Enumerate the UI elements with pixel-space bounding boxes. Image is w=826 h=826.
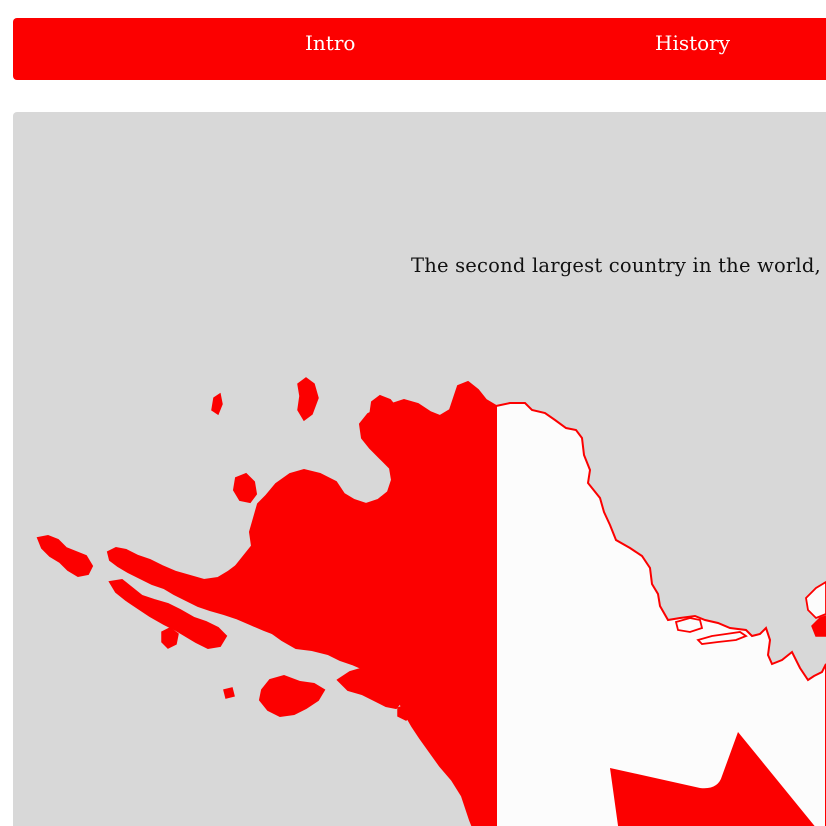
island-small	[297, 377, 319, 422]
aleutian-islands-west	[36, 534, 94, 578]
island-small	[211, 392, 223, 416]
country-map-image	[36, 377, 826, 826]
nav-item-intro[interactable]: Intro	[305, 18, 355, 80]
nav-item-history[interactable]: History	[655, 18, 730, 80]
alaska-mainland	[234, 380, 497, 826]
island-small	[161, 627, 179, 649]
canada-coast-island	[811, 615, 826, 637]
canada-landmass	[495, 402, 826, 826]
st-lawrence-island	[232, 472, 258, 504]
intro-section-panel: The second largest country in the world,…	[13, 112, 826, 826]
canada-coast-island	[805, 580, 826, 620]
kodiak-island	[258, 674, 326, 718]
island-small	[223, 687, 235, 699]
canada-coast-island	[674, 617, 704, 633]
top-navigation-bar: Intro History	[13, 18, 826, 80]
